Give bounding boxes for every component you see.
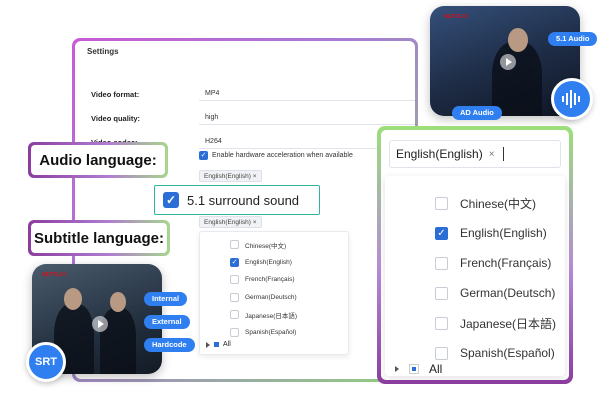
option-label: Chinese(中文)	[460, 196, 537, 211]
zoom-option-english[interactable]: ✓ English(English)	[385, 218, 565, 248]
subtitle-select-all[interactable]: All	[206, 341, 231, 348]
play-icon[interactable]	[92, 316, 108, 332]
checkbox[interactable]	[230, 310, 239, 320]
subtitle-option-japanese[interactable]: Japanese(日本語)	[200, 306, 348, 324]
zoom-panel-inner: English(English) × Chinese(中文) ✓ English(…	[381, 130, 569, 380]
checkbox[interactable]	[230, 327, 239, 337]
option-label: Japanese(日本語)	[460, 316, 557, 331]
subtitle-option-spanish[interactable]: Spanish(Español)	[200, 324, 348, 342]
figure-face	[508, 28, 528, 52]
checkbox[interactable]	[435, 316, 448, 330]
settings-title: Settings	[87, 47, 119, 56]
select-all-label: All	[429, 362, 443, 376]
subtitle-language-callout-label: Subtitle language:	[31, 223, 167, 253]
srt-badge: SRT	[26, 342, 66, 382]
subtitle-language-tag[interactable]: English(English) ×	[199, 216, 262, 228]
internal-subtitle-badge: Internal	[144, 292, 188, 306]
video-quality-select[interactable]: high	[199, 111, 415, 125]
netflix-logo: NETFLIX	[444, 14, 469, 20]
option-label: French(Français)	[460, 256, 552, 270]
subtitle-option-chinese[interactable]: Chinese(中文)	[200, 236, 348, 254]
hw-accel-row[interactable]: ✓ Enable hardware acceleration when avai…	[199, 151, 353, 160]
subtitle-option-english[interactable]: ✓ English(English)	[200, 254, 348, 272]
video-quality-label: Video quality:	[91, 114, 141, 123]
figure-face	[110, 292, 126, 312]
option-label: Chinese(中文)	[245, 242, 287, 250]
select-all-checkbox[interactable]	[409, 364, 419, 374]
external-subtitle-badge: External	[144, 315, 190, 329]
subtitle-language-input[interactable]: English(English) ×	[389, 140, 561, 168]
selected-language-tag[interactable]: English(English) ×	[396, 147, 495, 161]
video-format-label: Video format:	[91, 90, 140, 99]
option-label: English(English)	[460, 226, 547, 240]
ad-audio-badge: AD Audio	[452, 106, 502, 120]
select-all-checkbox[interactable]	[214, 342, 219, 347]
audio-language-tag[interactable]: English(English) ×	[199, 170, 262, 182]
figure-silhouette	[492, 42, 542, 116]
checkbox[interactable]	[230, 292, 239, 302]
tag-label: English(English)	[396, 147, 483, 161]
option-label: Spanish(Español)	[460, 346, 555, 360]
option-label: German(Deutsch)	[245, 293, 297, 301]
subtitle-language-dropdown: Chinese(中文) ✓ English(English) French(Fra…	[199, 231, 349, 355]
audio-51-badge: 5.1 Audio	[548, 32, 598, 46]
surround-sound-checkbox[interactable]: ✓	[163, 192, 179, 208]
subtitle-language-callout: Subtitle language:	[28, 220, 170, 256]
checkbox[interactable]	[435, 286, 448, 300]
zoom-option-chinese[interactable]: Chinese(中文)	[385, 188, 565, 218]
tag-close-icon[interactable]: ×	[489, 149, 495, 160]
option-label: Spanish(Español)	[245, 328, 297, 336]
hw-accel-label: Enable hardware acceleration when availa…	[212, 152, 353, 159]
surround-sound-option[interactable]: ✓ 5.1 surround sound	[154, 185, 320, 215]
zoom-select-all[interactable]: All	[395, 362, 442, 376]
audio-language-callout-label: Audio language:	[31, 145, 165, 175]
subtitle-language-list: Chinese(中文) ✓ English(English) French(Fra…	[385, 176, 565, 376]
caret-right-icon[interactable]	[206, 341, 210, 348]
subtitle-option-french[interactable]: French(Français)	[200, 271, 348, 289]
checkbox[interactable]	[435, 196, 448, 210]
option-label: German(Deutsch)	[460, 286, 556, 300]
select-all-label: All	[223, 341, 231, 348]
checkbox[interactable]: ✓	[230, 257, 239, 267]
checkbox[interactable]	[230, 275, 239, 285]
zoom-option-japanese[interactable]: Japanese(日本語)	[385, 308, 565, 338]
zoom-option-german[interactable]: German(Deutsch)	[385, 278, 565, 308]
option-label: English(English)	[245, 258, 292, 266]
audio-wave-icon	[551, 78, 593, 120]
caret-right-icon[interactable]	[395, 366, 399, 372]
figure-face	[64, 288, 82, 310]
text-cursor	[502, 147, 504, 161]
subtitle-option-german[interactable]: German(Deutsch)	[200, 289, 348, 307]
checkbox[interactable]	[435, 256, 448, 270]
zoom-option-french[interactable]: French(Français)	[385, 248, 565, 278]
video-format-select[interactable]: MP4	[199, 87, 415, 101]
audio-language-callout: Audio language:	[28, 142, 168, 178]
hw-accel-checkbox[interactable]: ✓	[199, 151, 208, 160]
checkbox[interactable]	[435, 346, 448, 360]
surround-sound-label: 5.1 surround sound	[187, 192, 300, 208]
option-label: Japanese(日本語)	[245, 312, 298, 320]
netflix-logo: NETFLIX	[42, 272, 67, 278]
hardcode-subtitle-badge: Hardcode	[144, 338, 195, 352]
checkbox[interactable]: ✓	[435, 226, 448, 240]
play-icon[interactable]	[500, 54, 516, 70]
checkbox[interactable]	[230, 240, 239, 250]
option-label: French(Français)	[245, 276, 295, 284]
subtitle-dropdown-zoom: English(English) × Chinese(中文) ✓ English(…	[377, 126, 573, 384]
